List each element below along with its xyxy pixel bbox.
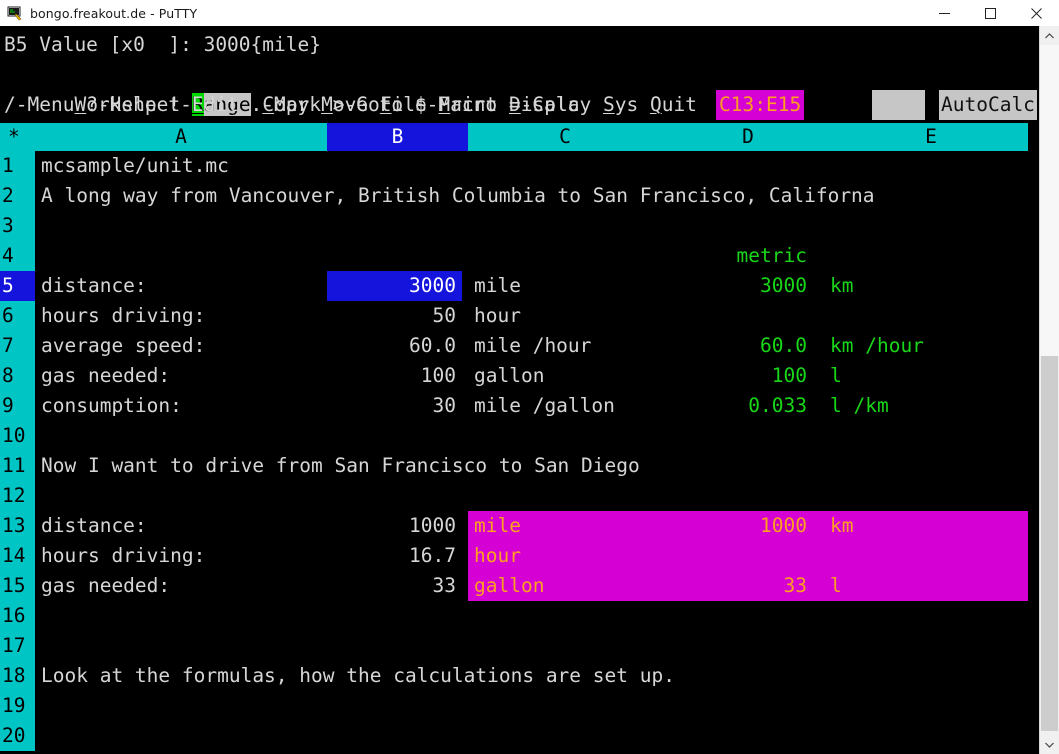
autocalc-indicator: AutoCalc: [939, 90, 1037, 120]
cell-b8[interactable]: 100: [327, 361, 462, 391]
cell-b9[interactable]: 30: [327, 391, 462, 421]
row-header-11[interactable]: 11: [0, 451, 35, 481]
cell-d14[interactable]: [662, 541, 807, 571]
cell-d6[interactable]: [662, 301, 807, 331]
row-header-6[interactable]: 6: [0, 301, 35, 331]
cell-b6[interactable]: 50: [327, 301, 462, 331]
cell-c7[interactable]: mile /hour: [474, 331, 591, 361]
cell-c14[interactable]: hour: [474, 541, 521, 571]
cell-a1[interactable]: mcsample/unit.mc: [41, 151, 229, 181]
column-header-b[interactable]: B: [327, 123, 468, 151]
chevron-down-icon[interactable]: [1040, 735, 1059, 754]
putty-window: bongo.freakout.de - PuTTY B5 Value [x0 ]…: [0, 0, 1059, 754]
row-header-1[interactable]: 1: [0, 151, 35, 181]
scrollbar-track-upper[interactable]: [1040, 45, 1059, 356]
row-header-9[interactable]: 9: [0, 391, 35, 421]
row-header-10[interactable]: 10: [0, 421, 35, 451]
terminal-screen[interactable]: B5 Value [x0 ]: 3000{mile} Worksheet Ran…: [0, 26, 1040, 754]
cell-d4[interactable]: metric: [662, 241, 807, 271]
cell-c13[interactable]: mile: [474, 511, 521, 541]
cell-d8[interactable]: 100: [662, 361, 807, 391]
cell-d7[interactable]: 60.0: [662, 331, 807, 361]
cell-a18[interactable]: Look at the formulas, how the calculatio…: [41, 661, 675, 691]
scrollbar-thumb[interactable]: [1041, 356, 1058, 731]
cell-a15[interactable]: gas needed:: [41, 571, 170, 601]
menu-bar[interactable]: Worksheet Range Copy Move File Print Dis…: [4, 60, 697, 116]
cell-d9[interactable]: 0.033: [662, 391, 807, 421]
vertical-scrollbar[interactable]: [1039, 26, 1059, 754]
cell-c8[interactable]: gallon: [474, 361, 544, 391]
row-header-13[interactable]: 13: [0, 511, 35, 541]
window-controls: [921, 0, 1059, 26]
cell-b15[interactable]: 33: [327, 571, 462, 601]
cell-e8[interactable]: l: [830, 361, 842, 391]
window-title: bongo.freakout.de - PuTTY: [30, 5, 198, 21]
maximize-button[interactable]: [967, 0, 1013, 26]
menu-item-quit[interactable]: Quit: [650, 93, 697, 116]
row-header-5[interactable]: 5: [0, 271, 35, 301]
cell-b5-selected[interactable]: 3000: [327, 271, 462, 301]
status-blank-box: [872, 90, 925, 120]
cell-e7[interactable]: km /hour: [830, 331, 924, 361]
shortcut-help-line: /-Menu ?-Help !-Edit .-Mark >-Goto $-Mac…: [4, 93, 580, 116]
cell-e13[interactable]: km: [830, 511, 853, 541]
cell-d13[interactable]: 1000: [662, 511, 807, 541]
cell-a8[interactable]: gas needed:: [41, 361, 170, 391]
cell-c6[interactable]: hour: [474, 301, 521, 331]
cell-b14[interactable]: 16.7: [327, 541, 462, 571]
cell-a9[interactable]: consumption:: [41, 391, 182, 421]
column-header-d[interactable]: D: [662, 123, 834, 151]
cell-a2[interactable]: A long way from Vancouver, British Colum…: [41, 181, 875, 211]
row-header-8[interactable]: 8: [0, 361, 35, 391]
row-header-16[interactable]: 16: [0, 601, 35, 631]
row-header-3[interactable]: 3: [0, 211, 35, 241]
row-header-15[interactable]: 15: [0, 571, 35, 601]
cell-a14[interactable]: hours driving:: [41, 541, 205, 571]
cell-c9[interactable]: mile /gallon: [474, 391, 615, 421]
row-header-18[interactable]: 18: [0, 661, 35, 691]
minimize-button[interactable]: [921, 0, 967, 26]
row-header-19[interactable]: 19: [0, 691, 35, 721]
cell-a5[interactable]: distance:: [41, 271, 147, 301]
putty-icon: [7, 5, 23, 21]
cell-b13[interactable]: 1000: [327, 511, 462, 541]
range-indicator: C13:E15: [716, 90, 805, 120]
cell-d5[interactable]: 3000: [662, 271, 807, 301]
row-header-2[interactable]: 2: [0, 181, 35, 211]
row-header-4[interactable]: 4: [0, 241, 35, 271]
row-header-14[interactable]: 14: [0, 541, 35, 571]
row-header-12[interactable]: 12: [0, 481, 35, 511]
spreadsheet-grid[interactable]: mcsample/unit.mc A long way from Vancouv…: [35, 151, 1040, 754]
column-header-a[interactable]: A: [35, 123, 327, 151]
column-header-c[interactable]: C: [468, 123, 662, 151]
cell-a6[interactable]: hours driving:: [41, 301, 205, 331]
cell-a11[interactable]: Now I want to drive from San Francisco t…: [41, 451, 640, 481]
cell-d15[interactable]: 33: [662, 571, 807, 601]
cell-e9[interactable]: l /km: [830, 391, 889, 421]
title-bar[interactable]: bongo.freakout.de - PuTTY: [0, 0, 1059, 27]
row-header-17[interactable]: 17: [0, 631, 35, 661]
row-header-20[interactable]: 20: [0, 721, 35, 751]
column-header-row: * A B C D E: [0, 123, 1040, 151]
row-header-7[interactable]: 7: [0, 331, 35, 361]
chevron-up-icon[interactable]: [1040, 26, 1059, 45]
cell-e15[interactable]: l: [830, 571, 842, 601]
column-header-e[interactable]: E: [834, 123, 1028, 151]
row-header-column: 1 2 3 4 5 6 7 8 9 10 11 12 13 14 15 16 1…: [0, 151, 35, 751]
close-button[interactable]: [1013, 0, 1059, 26]
status-line: B5 Value [x0 ]: 3000{mile}: [4, 33, 321, 56]
cell-a7[interactable]: average speed:: [41, 331, 205, 361]
cell-e5[interactable]: km: [830, 271, 853, 301]
menu-item-sys[interactable]: Sys: [603, 93, 638, 116]
cell-b7[interactable]: 60.0: [327, 331, 462, 361]
cell-c15[interactable]: gallon: [474, 571, 544, 601]
cell-c5[interactable]: mile: [474, 271, 521, 301]
cell-a13[interactable]: distance:: [41, 511, 147, 541]
